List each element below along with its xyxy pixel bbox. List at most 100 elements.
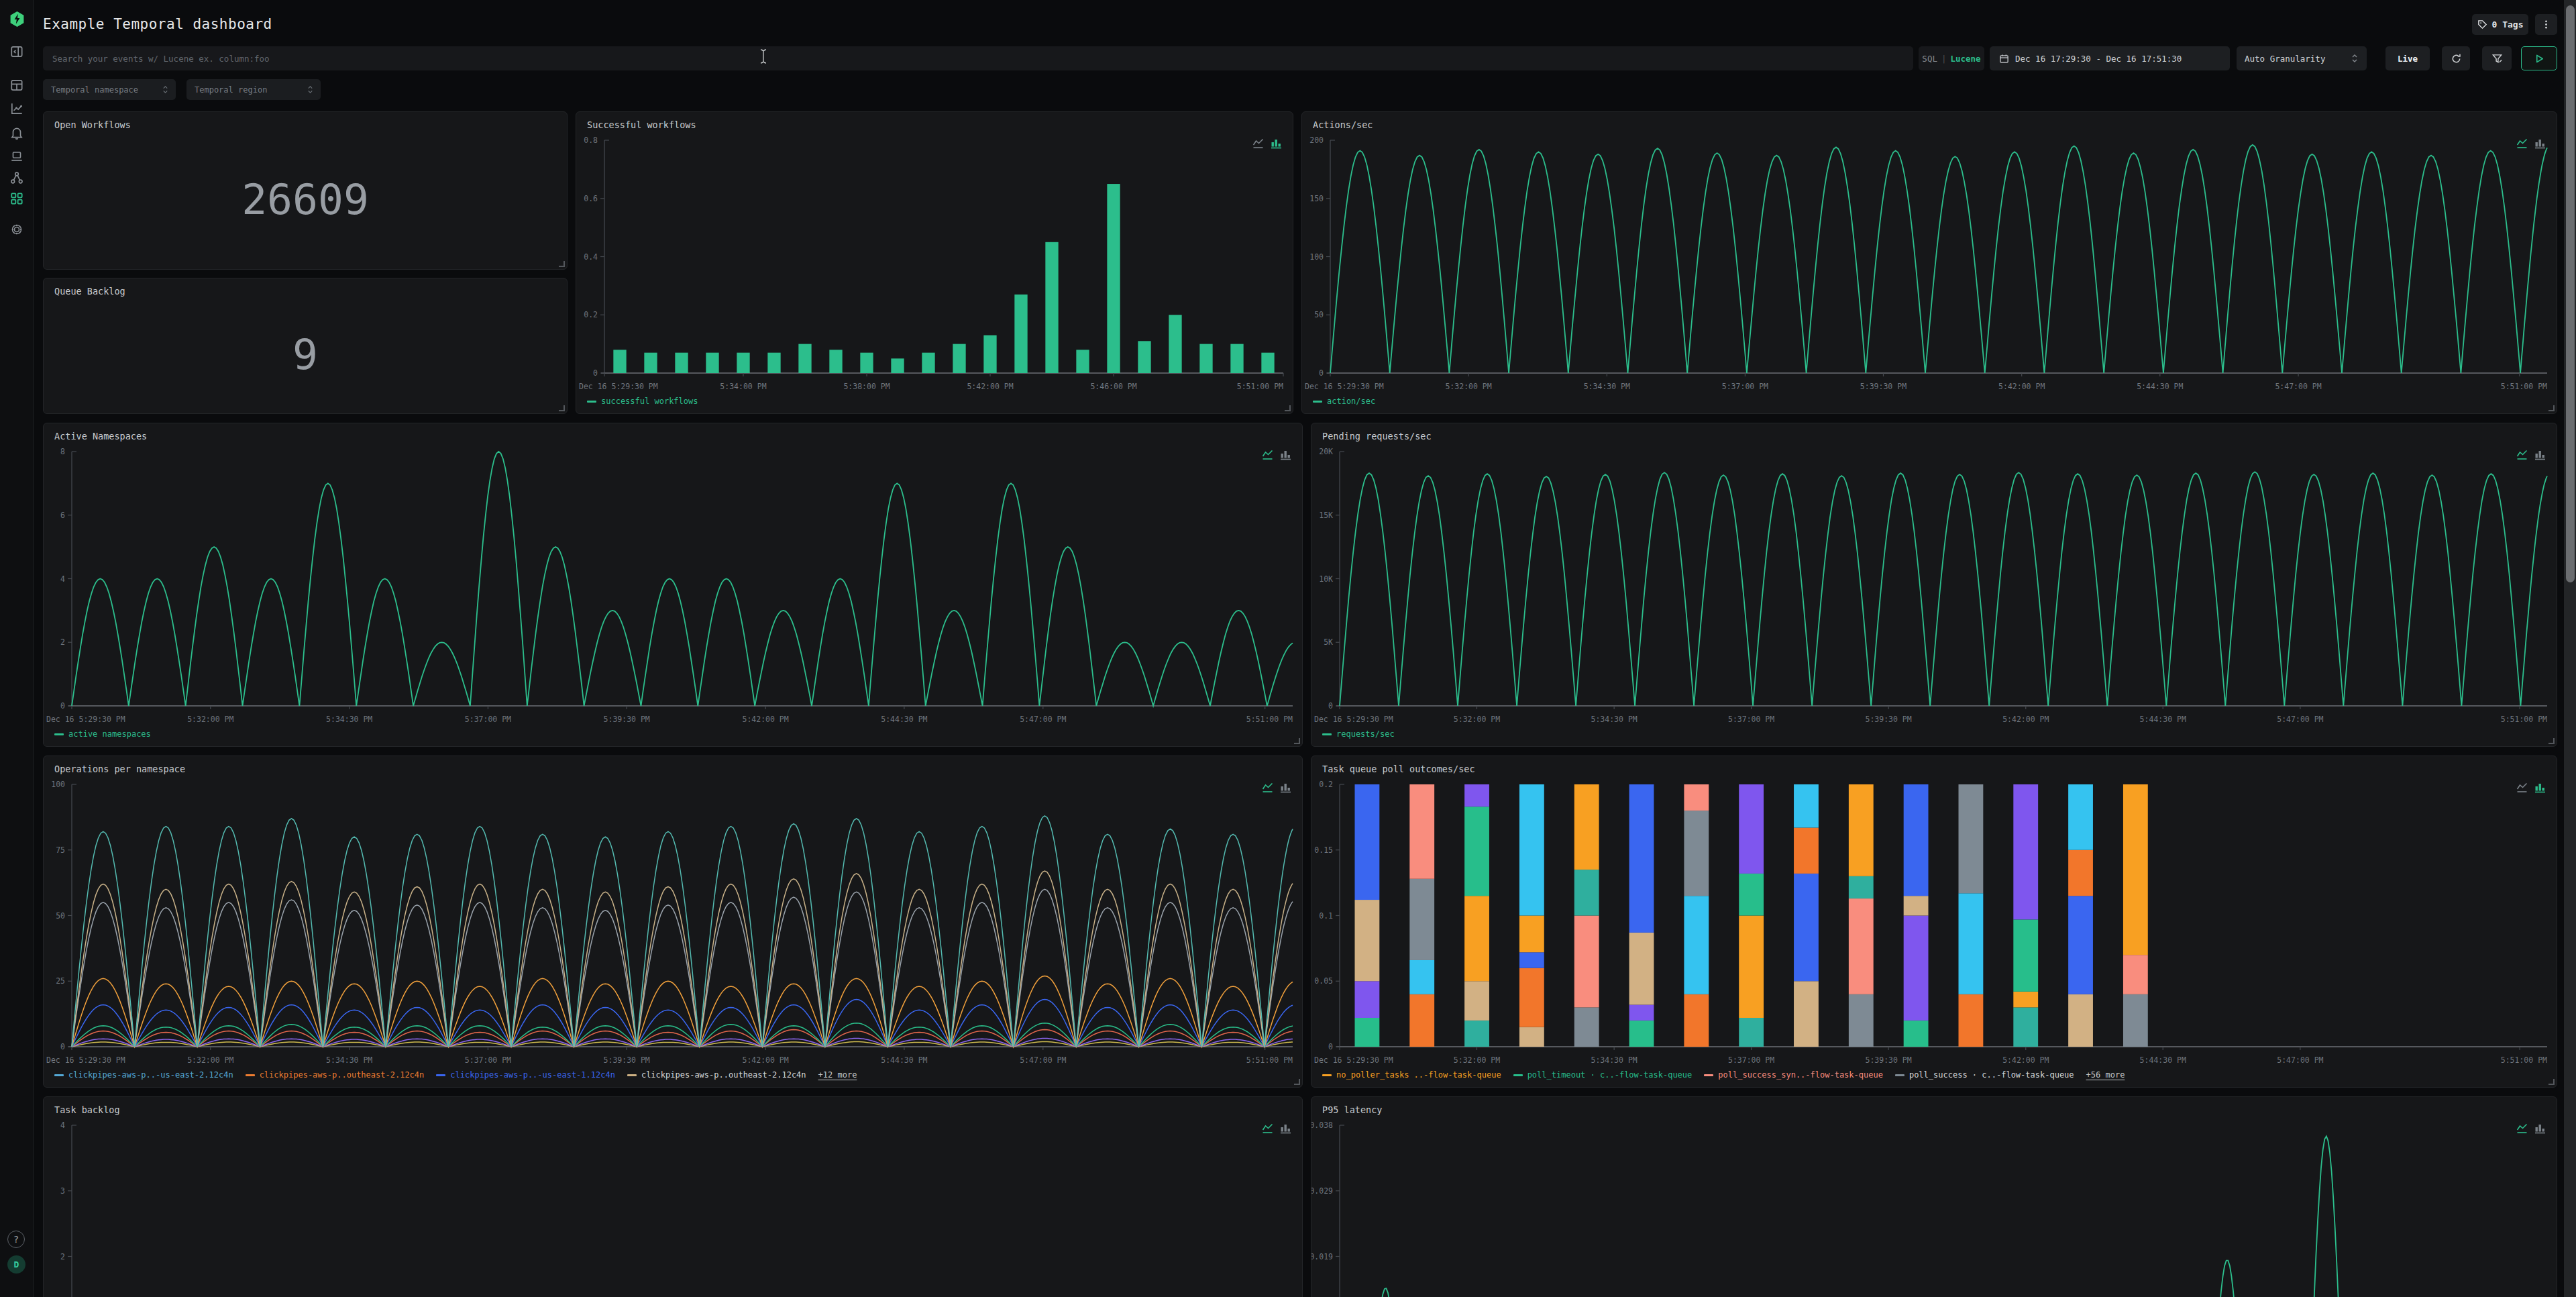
svg-text:10K: 10K xyxy=(1319,574,1333,584)
legend-item[interactable]: clickpipes-aws-p..-us-east-2.12c4n xyxy=(54,1070,233,1080)
search-input[interactable] xyxy=(43,46,1913,70)
chart-legend[interactable]: successful workflows xyxy=(587,397,698,406)
sidebar-terminal-icon[interactable] xyxy=(9,149,24,164)
legend-item[interactable]: clickpipes-aws-p..outheast-2.12c4n xyxy=(246,1070,425,1080)
legend-item[interactable]: poll_success · c..-flow-task-queue xyxy=(1895,1070,2074,1080)
chart-type-toggle[interactable] xyxy=(1262,1123,1291,1134)
resize-handle[interactable] xyxy=(2548,1079,2555,1085)
bar-chart-toggle-icon[interactable] xyxy=(1280,1123,1291,1134)
svg-text:Dec 16 5:29:30 PM: Dec 16 5:29:30 PM xyxy=(1314,715,1393,724)
filter-chip-temporal-namespace[interactable]: Temporal namespace xyxy=(43,79,176,100)
resize-handle[interactable] xyxy=(1285,405,1291,411)
filter-chip-temporal-region[interactable]: Temporal region xyxy=(186,79,321,100)
chart-type-toggle[interactable] xyxy=(2516,782,2546,793)
chart-type-toggle[interactable] xyxy=(1252,138,1282,149)
app-logo-icon[interactable] xyxy=(9,11,25,28)
resize-handle[interactable] xyxy=(2548,405,2555,411)
chart-legend[interactable]: action/sec xyxy=(1313,397,1375,406)
tag-icon xyxy=(2477,19,2487,30)
sidebar-topology-icon[interactable] xyxy=(9,170,24,185)
chart-legend[interactable]: requests/sec xyxy=(1322,729,1395,739)
resize-handle[interactable] xyxy=(559,405,565,411)
line-chart-toggle-icon[interactable] xyxy=(1262,1123,1273,1134)
mode-lucene[interactable]: Lucene xyxy=(1950,54,1980,64)
legend-item[interactable]: active namespaces xyxy=(54,729,151,739)
legend-item[interactable]: poll_success_syn..-flow-task-queue xyxy=(1704,1070,1883,1080)
svg-text:5:44:30 PM: 5:44:30 PM xyxy=(2137,382,2183,391)
resize-handle[interactable] xyxy=(2548,738,2555,744)
line-chart-toggle-icon[interactable] xyxy=(1262,449,1273,460)
live-button[interactable]: Live xyxy=(2385,46,2430,70)
legend-more[interactable]: +56 more xyxy=(2086,1070,2125,1080)
sidebar-settings-gear-icon[interactable] xyxy=(9,222,24,237)
panel-title: Successful workflows xyxy=(587,119,696,130)
scrollbar-track[interactable] xyxy=(2564,0,2576,1297)
legend-item[interactable]: no_poller_tasks ..-flow-task-queue xyxy=(1322,1070,1501,1080)
query-mode-toggle[interactable]: SQL | Lucene xyxy=(1919,46,1984,70)
chart-type-toggle[interactable] xyxy=(2516,138,2546,149)
stat-value: 26609 xyxy=(44,112,567,269)
bar-chart-toggle-icon[interactable] xyxy=(1280,449,1291,460)
legend-more[interactable]: +12 more xyxy=(818,1070,857,1080)
bar-chart-toggle-icon[interactable] xyxy=(2534,782,2546,793)
refresh-button[interactable] xyxy=(2442,46,2470,70)
play-icon xyxy=(2534,54,2544,64)
line-chart-toggle-icon[interactable] xyxy=(1262,782,1273,793)
sidebar-metrics-icon[interactable] xyxy=(9,101,24,116)
sidebar-panel-toggle-icon[interactable] xyxy=(9,44,24,59)
bar-chart-toggle-icon[interactable] xyxy=(1280,782,1291,793)
legend-item[interactable]: clickpipes-aws-p..outheast-2.12c4n xyxy=(627,1070,806,1080)
bar-chart-toggle-icon[interactable] xyxy=(2534,1123,2546,1134)
chart-legend[interactable]: active namespaces xyxy=(54,729,151,739)
successful-workflows-chart[interactable]: 0.80.60.40.20Dec 16 5:29:30 PM5:34:00 PM… xyxy=(576,112,1291,412)
date-range-button[interactable]: Dec 16 17:29:30 - Dec 16 17:51:30 xyxy=(1990,46,2230,70)
granularity-select[interactable]: Auto Granularity xyxy=(2237,46,2367,70)
line-chart-toggle-icon[interactable] xyxy=(2516,449,2528,460)
svg-text:5:34:30 PM: 5:34:30 PM xyxy=(1584,382,1630,391)
bar-chart-toggle-icon[interactable] xyxy=(2534,138,2546,149)
svg-text:5:42:00 PM: 5:42:00 PM xyxy=(2002,715,2049,724)
legend-item[interactable]: requests/sec xyxy=(1322,729,1395,739)
svg-text:5:51:00 PM: 5:51:00 PM xyxy=(1246,1055,1293,1065)
svg-text:3: 3 xyxy=(60,1186,65,1196)
actions-per-sec-chart[interactable]: 200150100500Dec 16 5:29:30 PM5:32:00 PM5… xyxy=(1302,112,2555,412)
operations-per-namespace-chart[interactable]: 1007550250Dec 16 5:29:30 PM5:32:00 PM5:3… xyxy=(44,756,1301,1086)
resize-handle[interactable] xyxy=(1294,738,1300,744)
legend-item[interactable]: clickpipes-aws-p..-us-east-1.12c4n xyxy=(436,1070,615,1080)
task-backlog-chart[interactable]: 43210Dec 16 5:29:30 PM5:32:00 PM5:34:30 … xyxy=(44,1097,1301,1297)
chart-type-toggle[interactable] xyxy=(1262,782,1291,793)
line-chart-toggle-icon[interactable] xyxy=(2516,138,2528,149)
svg-text:150: 150 xyxy=(1309,194,1324,203)
task-queue-poll-outcomes-chart[interactable]: 0.20.150.10.050Dec 16 5:29:30 PM5:32:00 … xyxy=(1311,756,2555,1086)
sidebar-alerts-bell-icon[interactable] xyxy=(9,125,24,140)
chart-type-toggle[interactable] xyxy=(2516,449,2546,460)
chart-legend[interactable]: clickpipes-aws-p..-us-east-2.12c4n clickp… xyxy=(54,1070,857,1080)
pending-requests-chart[interactable]: 20K15K10K5K0Dec 16 5:29:30 PM5:32:00 PM5… xyxy=(1311,423,2555,745)
chart-type-toggle[interactable] xyxy=(2516,1123,2546,1134)
chart-legend[interactable]: no_poller_tasks ..-flow-task-queue poll_t… xyxy=(1322,1070,2125,1080)
scrollbar-thumb[interactable] xyxy=(2566,5,2575,582)
chart-type-toggle[interactable] xyxy=(1262,449,1291,460)
bar-chart-toggle-icon[interactable] xyxy=(2534,449,2546,460)
legend-item[interactable]: action/sec xyxy=(1313,397,1375,406)
bar-chart-toggle-icon[interactable] xyxy=(1271,138,1282,149)
active-namespaces-chart[interactable]: 86420Dec 16 5:29:30 PM5:32:00 PM5:34:30 … xyxy=(44,423,1301,745)
chevron-up-down-icon xyxy=(162,85,169,95)
user-avatar[interactable]: D xyxy=(7,1255,25,1274)
resize-handle[interactable] xyxy=(559,261,565,267)
tags-button[interactable]: 0 Tags xyxy=(2472,14,2528,35)
sidebar-table-icon[interactable] xyxy=(9,78,24,93)
mode-sql[interactable]: SQL xyxy=(1922,54,1937,64)
line-chart-toggle-icon[interactable] xyxy=(2516,1123,2528,1134)
legend-item[interactable]: successful workflows xyxy=(587,397,698,406)
sidebar-dashboards-icon[interactable] xyxy=(9,191,24,206)
help-button[interactable]: ? xyxy=(7,1231,25,1248)
legend-item[interactable]: poll_timeout · c..-flow-task-queue xyxy=(1513,1070,1693,1080)
line-chart-toggle-icon[interactable] xyxy=(1252,138,1264,149)
resize-handle[interactable] xyxy=(1294,1079,1300,1085)
line-chart-toggle-icon[interactable] xyxy=(2516,782,2528,793)
more-options-button[interactable] xyxy=(2535,14,2557,35)
p95-latency-chart[interactable]: 0.0380.0290.0190.0100Dec 16 5:29:30 PM5:… xyxy=(1311,1097,2555,1297)
filter-button[interactable] xyxy=(2482,46,2512,70)
run-query-button[interactable] xyxy=(2521,46,2557,70)
